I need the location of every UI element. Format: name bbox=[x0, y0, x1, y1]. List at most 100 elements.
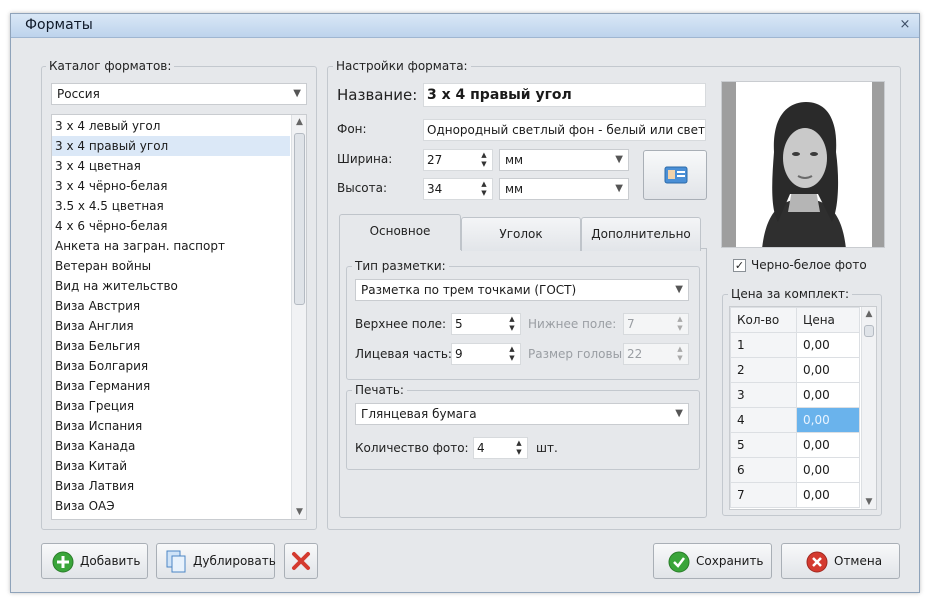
price-row[interactable]: 7 0,00 bbox=[730, 482, 860, 508]
price-value-cell[interactable]: 0,00 bbox=[796, 407, 860, 433]
width-unit-select[interactable]: мм ▼ bbox=[499, 149, 629, 171]
head-size-stepper: 22 ▲ ▼ bbox=[623, 343, 689, 365]
price-qty-cell: 3 bbox=[730, 382, 797, 408]
id-card-button[interactable] bbox=[643, 150, 707, 200]
scrollbar-thumb[interactable] bbox=[864, 325, 874, 337]
price-value-cell[interactable]: 0,00 bbox=[796, 332, 860, 358]
height-unit-select[interactable]: мм ▼ bbox=[499, 178, 629, 200]
chevron-down-icon: ▼ bbox=[293, 88, 301, 99]
scroll-up-icon[interactable]: ▲ bbox=[292, 117, 306, 127]
price-row[interactable]: 5 0,00 bbox=[730, 432, 860, 458]
tab-main-label: Основное bbox=[369, 224, 431, 238]
country-select[interactable]: Россия ▼ bbox=[51, 83, 307, 105]
spin-arrows-icon[interactable]: ▲ ▼ bbox=[506, 315, 518, 333]
markup-type-select[interactable]: Разметка по трем точками (ГОСТ) ▼ bbox=[355, 279, 689, 301]
price-row[interactable]: 3 0,00 bbox=[730, 382, 860, 408]
chevron-down-icon: ▼ bbox=[615, 183, 623, 194]
height-value: 34 bbox=[427, 182, 443, 196]
price-qty-cell: 6 bbox=[730, 457, 797, 483]
format-list-item[interactable]: 3 х 4 левый угол bbox=[52, 116, 290, 136]
window-title: Форматы bbox=[25, 17, 93, 33]
scroll-down-icon[interactable]: ▼ bbox=[862, 497, 876, 507]
format-list-item[interactable]: Виза Болгария bbox=[52, 356, 290, 376]
format-list-item[interactable]: Виза Латвия bbox=[52, 476, 290, 496]
format-list-item[interactable]: 3 х 4 правый угол bbox=[52, 136, 290, 156]
title-bar: Форматы × bbox=[11, 14, 919, 38]
format-list-item[interactable]: 3 х 4 чёрно-белая bbox=[52, 176, 290, 196]
format-list-item[interactable]: Анкета на загран. паспорт bbox=[52, 236, 290, 256]
spin-arrows-icon: ▲ ▼ bbox=[677, 315, 683, 332]
format-list-item[interactable]: Виза ОАЭ bbox=[52, 496, 290, 516]
price-row[interactable]: 6 0,00 bbox=[730, 457, 860, 483]
close-icon[interactable]: × bbox=[897, 17, 913, 33]
format-list-scrollbar[interactable]: ▲ ▼ bbox=[291, 115, 306, 519]
red-x-icon bbox=[292, 552, 310, 570]
tab-corner[interactable]: Уголок bbox=[461, 217, 581, 251]
spin-arrows-icon[interactable]: ▲ ▼ bbox=[478, 180, 490, 198]
width-stepper[interactable]: 27 ▲ ▼ bbox=[423, 149, 493, 171]
format-list-item[interactable]: 3 х 4 цветная bbox=[52, 156, 290, 176]
format-list-item[interactable]: Виза Греция bbox=[52, 396, 290, 416]
height-unit-value: мм bbox=[505, 182, 524, 196]
price-group-label: Цена за комплект: bbox=[728, 287, 853, 301]
copy-documents-icon bbox=[166, 550, 186, 573]
bw-photo-checkbox[interactable]: ✓ bbox=[733, 259, 746, 272]
scrollbar-thumb[interactable] bbox=[294, 133, 305, 305]
format-list-item[interactable]: Виза Испания bbox=[52, 416, 290, 436]
tab-additional-label: Дополнительно bbox=[591, 227, 691, 241]
format-list-item[interactable]: 4 х 6 чёрно-белая bbox=[52, 216, 290, 236]
format-list-item[interactable]: Виза Австрия bbox=[52, 296, 290, 316]
format-list-item[interactable]: Виза Бельгия bbox=[52, 336, 290, 356]
price-qty-cell: 1 bbox=[730, 332, 797, 358]
background-field-value: Однородный светлый фон - белый или светл… bbox=[427, 123, 706, 137]
spin-arrows-icon[interactable]: ▲ ▼ bbox=[506, 345, 518, 363]
price-value-cell[interactable]: 0,00 bbox=[796, 457, 860, 483]
spin-arrows-icon: ▲ ▼ bbox=[677, 345, 683, 362]
price-value-cell[interactable]: 0,00 bbox=[796, 357, 860, 383]
format-list[interactable]: 3 х 4 левый угол 3 х 4 правый угол 3 х 4 ц… bbox=[51, 114, 307, 520]
duplicate-button[interactable]: Дублировать bbox=[156, 543, 276, 579]
photo-preview bbox=[721, 81, 885, 248]
price-value-cell[interactable]: 0,00 bbox=[796, 482, 860, 508]
markup-type-label: Тип разметки: bbox=[352, 259, 449, 273]
format-list-item[interactable]: Виза Германия bbox=[52, 376, 290, 396]
photo-count-stepper[interactable]: 4 ▲ ▼ bbox=[473, 437, 528, 459]
tab-main[interactable]: Основное bbox=[339, 214, 461, 250]
format-list-item[interactable]: 3.5 х 4.5 цветная bbox=[52, 196, 290, 216]
height-stepper[interactable]: 34 ▲ ▼ bbox=[423, 178, 493, 200]
name-field[interactable]: 3 х 4 правый угол bbox=[423, 83, 706, 107]
face-part-stepper[interactable]: 9 ▲ ▼ bbox=[451, 343, 521, 365]
format-list-item[interactable]: Вид на жительство bbox=[52, 276, 290, 296]
price-qty-cell: 2 bbox=[730, 357, 797, 383]
scroll-down-icon[interactable]: ▼ bbox=[292, 507, 306, 517]
price-row[interactable]: 4 0,00 bbox=[730, 407, 860, 433]
formats-dialog: Форматы × Каталог форматов: Россия ▼ 3 х… bbox=[10, 13, 920, 593]
delete-button[interactable] bbox=[284, 543, 318, 579]
spin-arrows-icon[interactable]: ▲ ▼ bbox=[513, 439, 525, 457]
price-scrollbar[interactable]: ▲ ▼ bbox=[861, 307, 876, 509]
scroll-up-icon[interactable]: ▲ bbox=[862, 309, 876, 319]
paper-select[interactable]: Глянцевая бумага ▼ bbox=[355, 403, 689, 425]
price-row[interactable]: 2 0,00 bbox=[730, 357, 860, 383]
price-value-cell[interactable]: 0,00 bbox=[796, 382, 860, 408]
price-col-price: Цена bbox=[796, 307, 860, 333]
background-field[interactable]: Однородный светлый фон - белый или светл… bbox=[423, 119, 706, 141]
format-list-item[interactable]: Виза Канада bbox=[52, 436, 290, 456]
format-list-item[interactable]: Ветеран войны bbox=[52, 256, 290, 276]
save-button[interactable]: Сохранить bbox=[653, 543, 772, 579]
add-button[interactable]: Добавить bbox=[41, 543, 148, 579]
price-row[interactable]: 1 0,00 bbox=[730, 332, 860, 358]
price-table[interactable]: Кол-во Цена 1 0,00 2 0,00 3 0,00 4 0,00 5 0,00 6 0,… bbox=[730, 307, 860, 508]
checkmark-icon: ✓ bbox=[734, 259, 745, 272]
spin-arrows-icon[interactable]: ▲ ▼ bbox=[478, 151, 490, 169]
price-value-cell[interactable]: 0,00 bbox=[796, 432, 860, 458]
tab-additional[interactable]: Дополнительно bbox=[581, 217, 701, 251]
head-size-value: 22 bbox=[627, 347, 643, 361]
paper-select-value: Глянцевая бумага bbox=[361, 407, 477, 421]
cancel-button[interactable]: Отмена bbox=[781, 543, 900, 579]
format-list-item[interactable]: Виза Китай bbox=[52, 456, 290, 476]
price-rows: 1 0,00 2 0,00 3 0,00 4 0,00 5 0,00 6 0,00 7 0,00 bbox=[730, 332, 860, 508]
chevron-down-icon: ▼ bbox=[675, 284, 683, 295]
top-margin-stepper[interactable]: 5 ▲ ▼ bbox=[451, 313, 521, 335]
format-list-item[interactable]: Виза Англия bbox=[52, 316, 290, 336]
